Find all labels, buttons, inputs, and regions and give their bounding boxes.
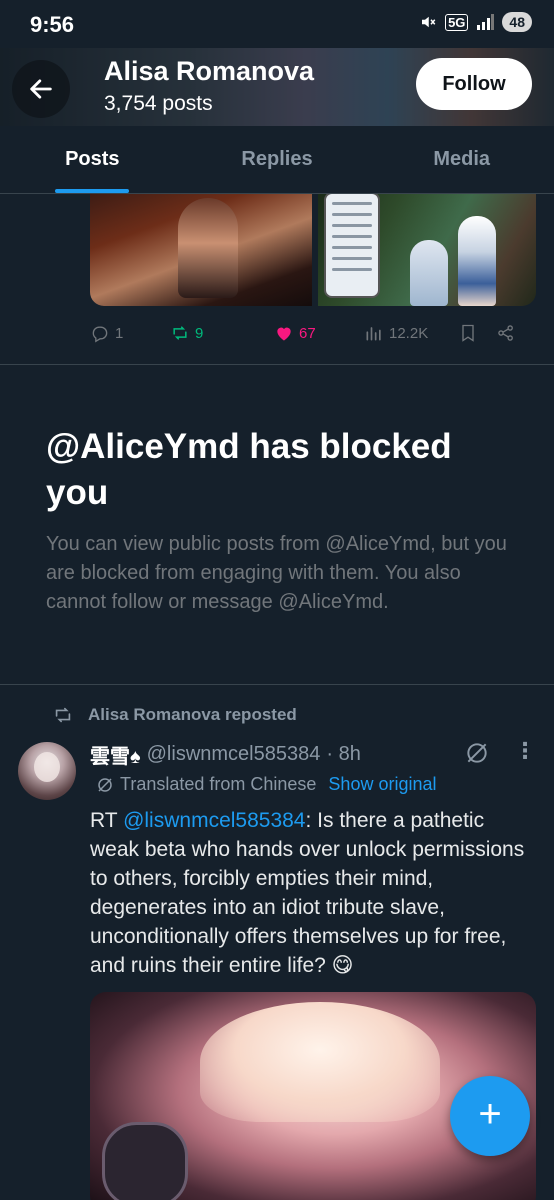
media-figure (458, 216, 496, 306)
views-icon (366, 327, 381, 341)
status-time: 9:56 (30, 12, 75, 37)
like-button[interactable]: 67 (274, 323, 364, 343)
follow-button[interactable]: Follow (416, 58, 532, 110)
media-figure (410, 240, 448, 306)
tweet-text-body: : Is there a pathetic weak beta who hand… (90, 809, 525, 977)
post-actions: 1 9 67 12.2K (90, 318, 536, 348)
share-button[interactable] (496, 323, 516, 343)
posts-count: 3,754 posts (104, 92, 213, 115)
views-button[interactable]: 12.2K (364, 323, 458, 343)
media-image[interactable] (90, 190, 312, 306)
repost-icon (173, 326, 187, 340)
avatar[interactable] (18, 742, 76, 800)
grok-icon[interactable] (464, 740, 490, 771)
repost-label: Alisa Romanova reposted (88, 705, 297, 724)
status-icons: 5G 48 (419, 12, 532, 32)
mention-link[interactable]: @liswnmcel585384 (123, 809, 305, 832)
like-count: 67 (299, 324, 316, 342)
compose-icon: + (478, 1092, 502, 1136)
mute-icon (422, 16, 436, 28)
like-icon (277, 327, 291, 341)
repost-indicator: Alisa Romanova reposted (52, 704, 297, 726)
show-original-link[interactable]: Show original (328, 774, 436, 795)
reply-count: 1 (115, 324, 124, 342)
tweet-header: 雲雪♠ @liswnmcel585384 · 8h (90, 740, 361, 769)
repost-count: 9 (195, 324, 204, 342)
profile-header: Alisa Romanova 3,754 posts Follow (0, 44, 554, 126)
tweet-text-prefix: RT (90, 809, 124, 832)
media-image[interactable] (318, 190, 536, 306)
blocked-description: You can view public posts from @AliceYmd… (46, 533, 507, 613)
media-figure (178, 198, 238, 298)
compose-button[interactable]: + (450, 1076, 530, 1156)
status-bar: 9:56 5G 48 (0, 0, 554, 48)
views-count: 12.2K (389, 324, 429, 342)
author-name[interactable]: 雲雪♠ (90, 740, 141, 769)
post-media (90, 190, 536, 306)
translated-label: Translated from Chinese (120, 774, 317, 794)
author-handle[interactable]: @liswnmcel585384 (147, 743, 321, 766)
repost-icon (55, 707, 71, 723)
reply-icon (92, 326, 108, 343)
network-label: 5G (445, 13, 469, 31)
blocked-title: @AliceYmd has blocked you (46, 427, 452, 512)
bookmark-icon (462, 324, 474, 342)
share-icon (498, 325, 513, 341)
profile-name: Alisa Romanova (104, 56, 315, 86)
tab-posts[interactable]: Posts (0, 126, 185, 193)
back-button[interactable] (12, 60, 70, 118)
repost-button[interactable]: 9 (170, 323, 274, 343)
phone-screenshot (324, 192, 380, 298)
divider (0, 364, 554, 365)
more-icon[interactable]: ⋮ (514, 740, 536, 762)
tab-media[interactable]: Media (369, 126, 554, 193)
profile-tabs: Posts Replies Media (0, 126, 554, 194)
tweet-time: · 8h (326, 743, 361, 765)
translation-row: Translated from Chinese Show original (96, 774, 436, 795)
reply-button[interactable]: 1 (90, 323, 170, 343)
tab-replies[interactable]: Replies (185, 126, 370, 193)
back-arrow-icon (30, 79, 52, 99)
signal-icon (477, 14, 495, 30)
tweet-text: RT @liswnmcel585384: Is there a pathetic… (90, 806, 530, 980)
battery-indicator: 48 (502, 12, 532, 32)
grok-icon (98, 777, 112, 792)
bookmark-button[interactable] (458, 323, 496, 343)
divider (0, 684, 554, 685)
